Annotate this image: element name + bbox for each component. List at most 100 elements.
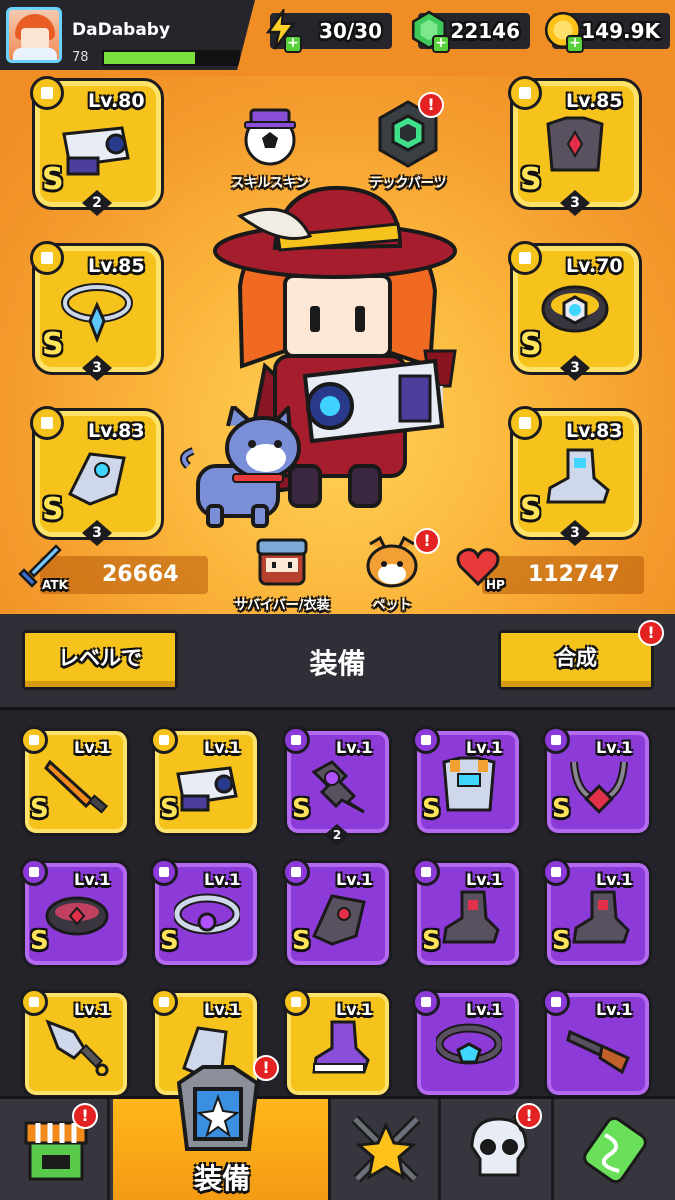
shiba-dog-icon <box>366 535 418 588</box>
equip-slot-gloves[interactable]: Lv.83 S 3 <box>30 406 164 546</box>
dark-armor-icon <box>546 116 604 172</box>
merge-button[interactable]: 合成 <box>498 630 654 690</box>
player-profile[interactable]: DaDababy 78 <box>0 0 255 70</box>
dark-boots-icon <box>442 890 500 944</box>
atk-stat: ATK 26664 <box>18 544 208 594</box>
add-energy-button[interactable]: + <box>284 35 302 53</box>
equip-slot-belt[interactable]: Lv.70 S 3 <box>508 241 642 381</box>
katana-icon <box>44 759 109 814</box>
star-necklace-icon <box>61 283 133 343</box>
item-level: Lv.1 <box>336 1000 373 1019</box>
hp-label: HP <box>486 578 505 592</box>
nav-shop[interactable]: ! <box>0 1099 110 1200</box>
weapon-category-icon <box>542 988 570 1016</box>
grade-badge: S <box>520 162 542 197</box>
weapon-category-icon <box>30 76 64 110</box>
tech-boots-icon <box>546 448 610 504</box>
equip-level: Lv.85 <box>88 255 145 277</box>
nav-evolve[interactable] <box>557 1099 675 1200</box>
pet-cat[interactable] <box>178 406 308 536</box>
item-level: Lv.1 <box>336 738 373 757</box>
nav-battle[interactable] <box>331 1099 441 1200</box>
inventory-item[interactable]: Lv.1 S <box>412 858 522 972</box>
gem-counter[interactable]: + 22146 <box>411 10 530 53</box>
inventory-item[interactable]: Lv.1 <box>542 988 652 1102</box>
belt-category-icon <box>412 988 440 1016</box>
inventory-item[interactable]: Lv.1 S 2 <box>282 726 392 846</box>
player-level: 78 <box>72 50 89 65</box>
item-level: Lv.1 <box>204 870 241 889</box>
nav-equipment[interactable]: ! 装備 <box>113 1055 331 1200</box>
dna-battery-icon <box>583 1116 647 1184</box>
chain-necklace-icon <box>570 761 628 814</box>
merge-alert-badge: ! <box>638 620 664 646</box>
inventory-item[interactable]: Lv.1 <box>282 988 392 1102</box>
survivor-costume-button[interactable]: サバイバー/衣装 <box>220 534 344 613</box>
tech-parts-button[interactable]: テックパーツ ! <box>358 92 458 191</box>
grade-badge: S <box>422 926 441 956</box>
gold-counter[interactable]: + 149.9K <box>544 11 670 53</box>
equip-slot-weapon[interactable]: Lv.80 S 2 <box>30 76 164 216</box>
crossed-swords-star-icon <box>351 1115 421 1183</box>
inventory-item[interactable]: Lv.1 S <box>20 726 130 840</box>
boots-category-icon <box>282 988 310 1016</box>
inventory-item[interactable]: Lv.1 S <box>20 858 130 972</box>
inventory-item[interactable]: Lv.1 <box>412 988 522 1102</box>
gloves-category-icon <box>30 406 64 440</box>
inventory-item[interactable]: Lv.1 S <box>542 858 652 972</box>
armor-category-icon <box>508 76 542 110</box>
skill-skin-button[interactable]: スキルスキン <box>222 98 318 191</box>
item-level: Lv.1 <box>74 738 111 757</box>
inventory-item[interactable]: Lv.1 S <box>542 726 652 840</box>
tech-belt-icon <box>541 285 609 333</box>
boots-category-icon <box>412 858 440 886</box>
grade-badge: S <box>30 926 49 956</box>
item-level: Lv.1 <box>204 1000 241 1019</box>
item-level: Lv.1 <box>466 1000 503 1019</box>
hp-value: 112747 <box>528 562 620 587</box>
xp-fill <box>104 52 195 64</box>
gem-belt-icon <box>436 1023 502 1065</box>
equip-slot-armor[interactable]: Lv.85 S 3 <box>508 76 642 216</box>
inventory-item[interactable]: Lv.1 S <box>150 726 260 840</box>
item-level: Lv.1 <box>74 1000 111 1019</box>
grade-badge: S <box>160 794 179 824</box>
mech-glove-icon <box>67 452 126 506</box>
inventory-item[interactable]: Lv.1 S <box>282 858 392 972</box>
armor-category-icon <box>412 726 440 754</box>
equip-slot-boots[interactable]: Lv.83 S 3 <box>508 406 642 546</box>
grade-badge: S <box>552 794 571 824</box>
grade-badge: S <box>552 926 571 956</box>
equipment-alert-badge: ! <box>253 1055 279 1081</box>
weapon-category-icon <box>20 988 48 1016</box>
mech-armor-icon <box>442 756 496 812</box>
inventory-item[interactable]: Lv.1 <box>20 988 130 1102</box>
purple-boots-icon <box>312 1020 370 1074</box>
necklace-category-icon <box>542 726 570 754</box>
gloves-category-icon <box>150 988 178 1016</box>
grade-badge: S <box>292 926 311 956</box>
necklace-category-icon <box>30 241 64 275</box>
inventory-item[interactable]: Lv.1 S <box>412 726 522 840</box>
item-level: Lv.1 <box>336 870 373 889</box>
survivor-head-icon <box>256 538 308 586</box>
tech-parts-alert-badge: ! <box>418 92 444 118</box>
gem-belt-icon <box>174 893 240 935</box>
pet-button[interactable]: ペット ! <box>356 528 440 613</box>
add-gems-button[interactable]: + <box>432 35 450 53</box>
inventory-item[interactable]: Lv.1 S <box>150 858 260 972</box>
nav-challenge[interactable]: ! <box>444 1099 554 1200</box>
avatar[interactable] <box>6 7 62 63</box>
xp-bar <box>102 50 240 66</box>
hp-stat: HP 112747 <box>456 548 644 594</box>
weapon-category-icon <box>282 726 310 754</box>
boots-category-icon <box>508 406 542 440</box>
equip-level: Lv.80 <box>88 90 145 112</box>
blaster-gun-icon <box>62 126 130 176</box>
energy-counter[interactable]: + 30/30 <box>265 9 392 53</box>
item-level: Lv.1 <box>466 870 503 889</box>
grade-badge: S <box>520 327 542 362</box>
spiked-blade-icon <box>311 760 365 814</box>
item-level: Lv.1 <box>74 870 111 889</box>
equip-slot-necklace[interactable]: Lv.85 S 3 <box>30 241 164 381</box>
